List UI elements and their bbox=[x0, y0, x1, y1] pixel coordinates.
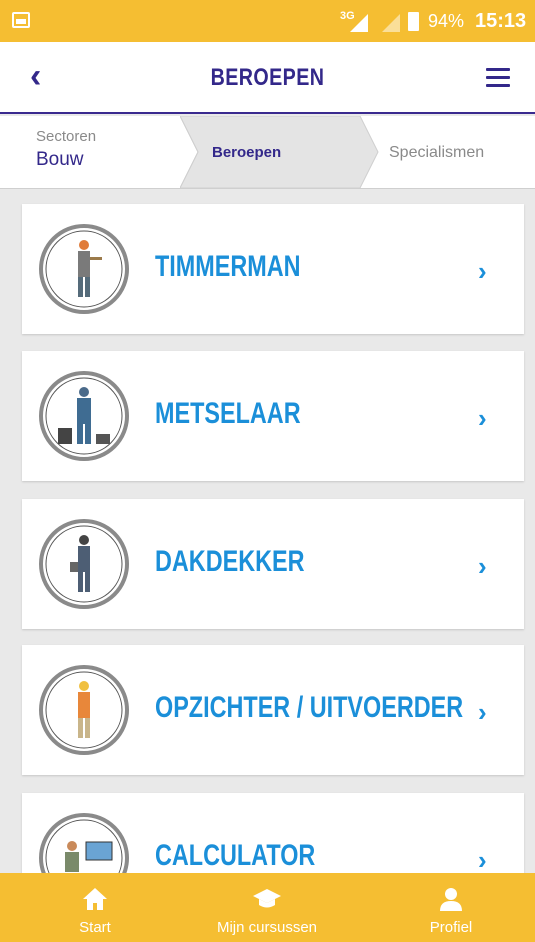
breadcrumb-current[interactable]: Beroepen bbox=[212, 144, 281, 161]
list-item[interactable]: TIMMERMAN › bbox=[22, 204, 524, 334]
list-item[interactable]: METSELAAR › bbox=[22, 351, 524, 481]
menu-button[interactable] bbox=[486, 68, 510, 92]
list-item-label: OPZICHTER / UITVOERDER bbox=[155, 691, 464, 724]
profession-list: TIMMERMAN › METSELAAR › DAKDEKKER › OPZI… bbox=[0, 188, 535, 873]
breadcrumb-sector[interactable]: Sectoren Bouw bbox=[36, 128, 96, 171]
tab-mijn-cursussen[interactable]: Mijn cursussen bbox=[172, 873, 362, 942]
home-icon bbox=[83, 888, 107, 910]
gallery-notification-icon bbox=[12, 12, 30, 28]
breadcrumb-sector-caption: Sectoren bbox=[36, 128, 97, 145]
list-item-label: CALCULATOR bbox=[155, 839, 316, 872]
chevron-right-icon: › bbox=[478, 403, 487, 433]
signal-secondary-icon bbox=[382, 14, 400, 32]
breadcrumb-sector-value: Bouw bbox=[36, 149, 84, 170]
signal-icon bbox=[350, 14, 368, 32]
app-header: ‹ BEROEPEN bbox=[0, 42, 535, 114]
chevron-right-icon: › bbox=[478, 697, 487, 727]
battery-icon bbox=[408, 12, 419, 31]
supervisor-avatar-icon bbox=[39, 665, 129, 755]
battery-percentage: 94% bbox=[428, 11, 465, 31]
chevron-right-icon: › bbox=[478, 845, 487, 873]
bottom-tab-bar: Start Mijn cursussen Profiel bbox=[0, 873, 535, 942]
chevron-left-icon: ‹ bbox=[30, 57, 42, 95]
back-button[interactable]: ‹ bbox=[30, 58, 41, 94]
list-item[interactable]: CALCULATOR › bbox=[22, 793, 524, 873]
list-item-label: METSELAAR bbox=[155, 397, 301, 430]
tab-label: Profiel bbox=[429, 919, 473, 936]
breadcrumb-next[interactable]: Specialismen bbox=[389, 144, 484, 162]
tab-label: Start bbox=[79, 919, 111, 936]
hamburger-icon bbox=[486, 68, 510, 87]
tab-profiel[interactable]: Profiel bbox=[356, 873, 535, 942]
list-item-label: DAKDEKKER bbox=[155, 545, 305, 578]
tab-label: Mijn cursussen bbox=[216, 919, 318, 936]
roofer-avatar-icon bbox=[39, 519, 129, 609]
graduation-cap-icon bbox=[253, 889, 281, 908]
bricklayer-avatar-icon bbox=[39, 371, 129, 461]
breadcrumb: Sectoren Bouw Beroepen Specialismen bbox=[0, 116, 535, 189]
list-item[interactable]: DAKDEKKER › bbox=[22, 499, 524, 629]
carpenter-avatar-icon bbox=[39, 224, 129, 314]
clock: 15:13 bbox=[475, 10, 527, 32]
list-item[interactable]: OPZICHTER / UITVOERDER › bbox=[22, 645, 524, 775]
tab-start[interactable]: Start bbox=[0, 873, 190, 942]
calculator-avatar-icon bbox=[39, 813, 129, 873]
status-bar: 3G 94% 15:13 bbox=[0, 0, 535, 42]
list-item-label: TIMMERMAN bbox=[155, 250, 301, 283]
chevron-right-icon: › bbox=[478, 551, 487, 581]
page-title: BEROEPEN bbox=[210, 64, 325, 91]
person-icon bbox=[440, 888, 462, 911]
chevron-right-icon: › bbox=[478, 256, 487, 286]
